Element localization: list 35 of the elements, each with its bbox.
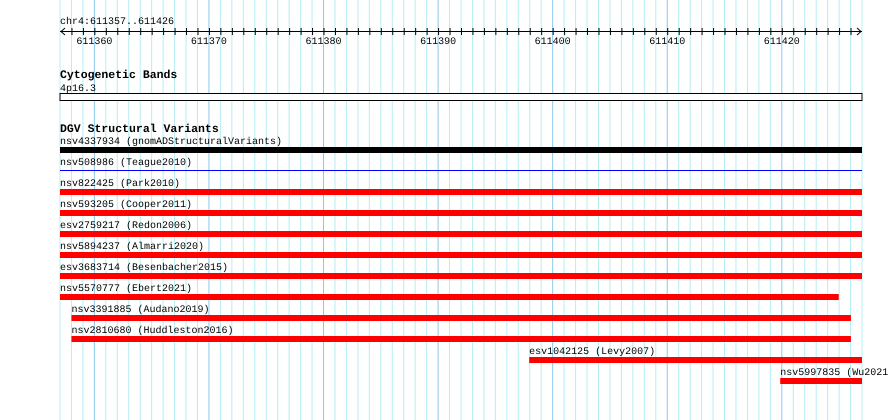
variant-bar[interactable] (60, 210, 862, 216)
variant-bar[interactable] (71, 336, 851, 342)
position-label: chr4:611357..611426 (60, 17, 174, 28)
variant-label: nsv593205 (Cooper2011) (60, 200, 192, 211)
variant-bar[interactable] (60, 147, 862, 153)
variant-label: nsv5997835 (Wu2021 (780, 368, 888, 379)
ruler-tick-label: 611410 (649, 37, 686, 48)
ruler-tick-label: 611400 (534, 37, 571, 48)
variant-label: nsv3391885 (Audano2019) (71, 305, 210, 316)
variant-bar[interactable] (71, 315, 851, 321)
variant-label: nsv4337934 (gnomADStructuralVariants) (60, 137, 282, 148)
track-title: DGV Structural Variants (60, 123, 219, 136)
variant-bar[interactable] (60, 294, 839, 300)
variant-label: esv2759217 (Redon2006) (60, 221, 192, 232)
variant-line[interactable] (60, 170, 862, 171)
variant-label: nsv2810680 (Huddleston2016) (71, 326, 234, 337)
track-title: Cytogenetic Bands (60, 69, 178, 82)
band-label: 4p16.3 (60, 84, 96, 95)
ruler-tick-label: 611390 (420, 37, 456, 48)
variant-label: nsv508986 (Teague2010) (60, 158, 192, 169)
variant-label: nsv5570777 (Ebert2021) (60, 284, 192, 295)
variant-bar[interactable] (60, 189, 862, 195)
variant-label: nsv822425 (Park2010) (60, 179, 180, 190)
ruler-tick-label: 611420 (764, 37, 800, 48)
ruler-tick-label: 611370 (190, 37, 227, 48)
variant-label: esv3683714 (Besenbacher2015) (60, 263, 228, 274)
variant-bar[interactable] (60, 273, 862, 279)
variant-bar[interactable] (780, 378, 862, 384)
variant-bar[interactable] (60, 231, 862, 237)
ruler-tick-label: 611360 (76, 37, 112, 48)
variant-bar[interactable] (60, 252, 862, 258)
variant-bar[interactable] (529, 357, 862, 363)
variant-label: esv1042125 (Levy2007) (529, 347, 656, 358)
variant-label: nsv5894237 (Almarri2020) (60, 242, 204, 253)
ruler-tick-label: 611380 (306, 37, 342, 48)
